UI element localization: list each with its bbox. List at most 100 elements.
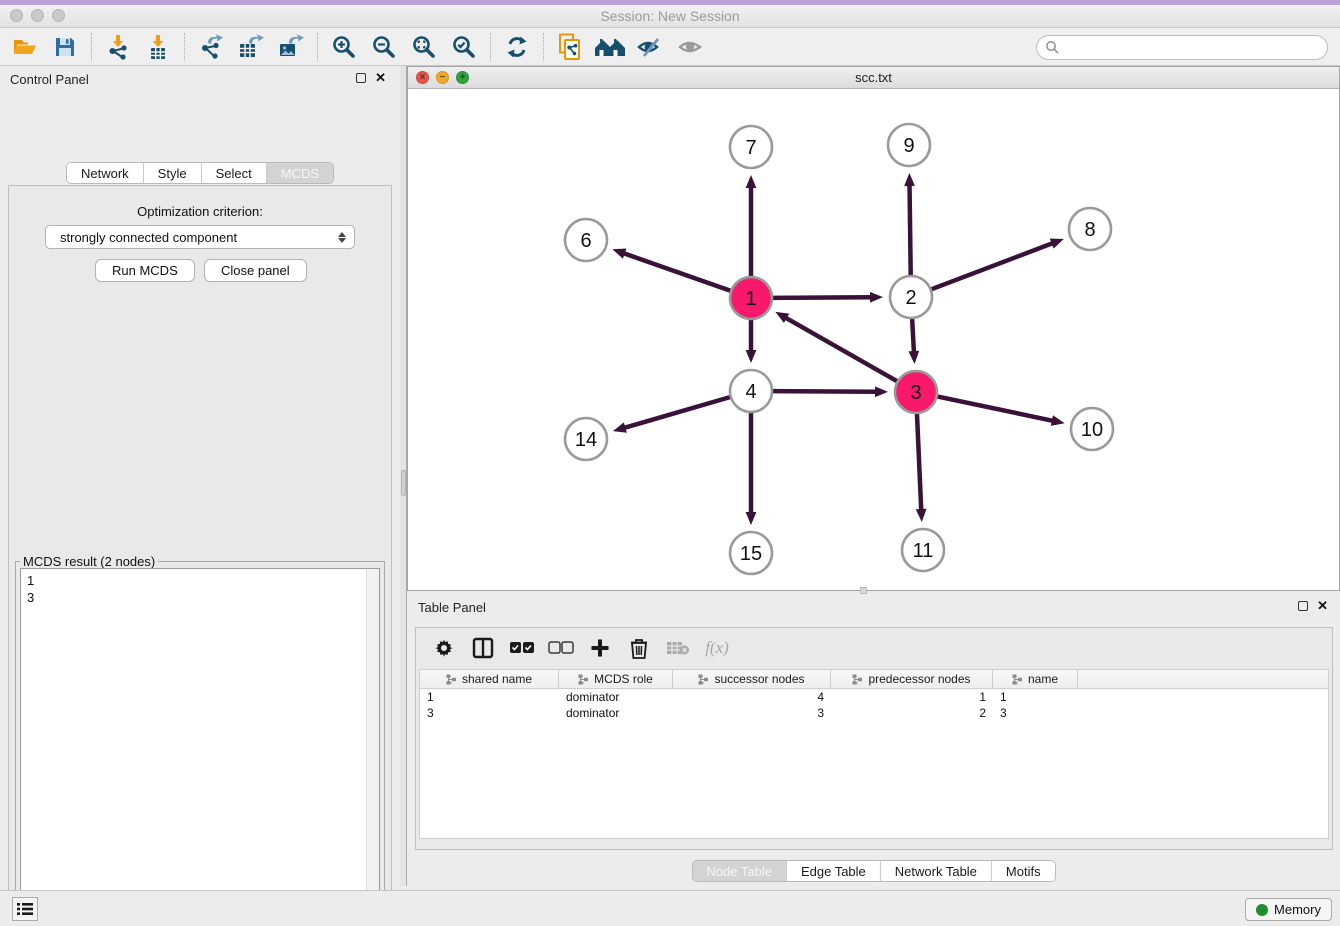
import-table-icon[interactable] [141,32,175,62]
table-row[interactable]: 1dominator411 [420,689,1328,705]
refresh-icon[interactable] [500,32,534,62]
task-history-button[interactable] [12,897,38,921]
hide-selected-icon[interactable] [633,32,667,62]
open-session-icon[interactable] [8,32,42,62]
graph-node-2[interactable]: 2 [890,276,932,318]
export-image-icon[interactable] [274,32,308,62]
edge-4-to-15[interactable] [746,412,757,525]
graph-node-11[interactable]: 11 [902,529,944,571]
graph-node-8[interactable]: 8 [1069,208,1111,250]
table-cell[interactable]: 3 [673,705,831,721]
edge-1-to-2[interactable] [772,292,883,303]
show-all-icon[interactable] [673,32,707,62]
graph-node-10[interactable]: 10 [1071,408,1113,450]
add-row-icon[interactable] [586,634,614,662]
node-label: 15 [740,543,762,565]
tab-edge-table[interactable]: Edge Table [786,861,880,881]
tab-mcds[interactable]: MCDS [266,163,333,183]
graph-node-1[interactable]: 1 [730,277,772,319]
criterion-dropdown[interactable]: strongly connected component [45,225,355,249]
table-cell[interactable]: 2 [831,705,993,721]
edge-2-to-8[interactable] [931,239,1064,290]
zoom-selected-icon[interactable] [447,32,481,62]
tab-style[interactable]: Style [143,163,201,183]
zoom-fit-icon[interactable] [407,32,441,62]
float-panel-icon[interactable] [356,73,366,83]
control-panel-tabs: NetworkStyleSelectMCDS [66,162,334,184]
column-type-icon [1012,674,1023,685]
search-input[interactable] [1060,38,1327,58]
tab-network-table[interactable]: Network Table [880,861,991,881]
search-field[interactable] [1036,35,1328,60]
home-icon[interactable] [593,32,627,62]
search-icon [1045,40,1060,55]
save-session-icon[interactable] [48,32,82,62]
close-panel-button[interactable]: Close panel [204,259,307,282]
node-table[interactable]: shared nameMCDS rolesuccessor nodesprede… [419,669,1329,839]
network-window-titlebar[interactable]: × − + scc.txt [408,67,1339,89]
edge-3-to-11[interactable] [916,413,927,522]
table-cell[interactable]: 1 [420,689,559,705]
close-panel-icon[interactable]: ✕ [375,73,386,83]
delete-row-icon[interactable] [625,634,653,662]
panel-splitter[interactable] [400,66,407,886]
float-table-panel-icon[interactable] [1298,601,1308,611]
tab-network[interactable]: Network [67,163,143,183]
edge-4-to-14[interactable] [613,397,731,433]
table-cell[interactable]: 3 [420,705,559,721]
edge-1-to-6[interactable] [612,249,731,292]
tab-select[interactable]: Select [201,163,266,183]
zoom-in-icon[interactable] [327,32,361,62]
result-scrollbar[interactable] [366,569,379,926]
arrowhead-icon [870,292,883,303]
edge-2-to-3[interactable] [908,318,919,364]
deselect-all-icon[interactable] [547,634,575,662]
edge-3-to-10[interactable] [937,396,1065,426]
edge-1-to-7[interactable] [746,175,757,277]
table-cell[interactable]: 1 [831,689,993,705]
table-cell[interactable]: 1 [993,689,1078,705]
edge-2-to-9[interactable] [904,173,915,276]
graph-node-7[interactable]: 7 [730,126,772,168]
column-header-shared-name[interactable]: shared name [420,670,559,688]
column-header-successor-nodes[interactable]: successor nodes [673,670,831,688]
graph-node-6[interactable]: 6 [565,219,607,261]
graph-node-4[interactable]: 4 [730,370,772,412]
graph-node-9[interactable]: 9 [888,124,930,166]
table-cell[interactable]: 3 [993,705,1078,721]
select-all-icon[interactable] [508,634,536,662]
splitter-handle[interactable] [401,470,406,496]
export-table-icon[interactable] [234,32,268,62]
table-cell[interactable]: dominator [559,705,673,721]
run-mcds-button[interactable]: Run MCDS [95,259,195,282]
toolbar-separator [317,33,318,61]
mcds-result-text[interactable]: 1 3 [20,568,380,926]
close-table-panel-icon[interactable]: ✕ [1317,601,1328,611]
import-network-icon[interactable] [101,32,135,62]
graph-node-14[interactable]: 14 [565,418,607,460]
first-neighbors-icon[interactable] [553,32,587,62]
table-row[interactable]: 3dominator323 [420,705,1328,721]
graph-node-3[interactable]: 3 [895,371,937,413]
tab-node-table[interactable]: Node Table [692,861,786,881]
criterion-value: strongly connected component [60,230,338,245]
network-resize-handle[interactable] [860,587,867,594]
show-columns-icon[interactable] [469,634,497,662]
edge-4-to-3[interactable] [772,386,888,397]
network-canvas[interactable]: 7 9 6 8 1 2 4 3 14 10 15 11 [408,89,1339,590]
memory-button[interactable]: Memory [1245,898,1332,921]
table-cell[interactable]: 4 [673,689,831,705]
edge-3-to-1[interactable] [775,312,897,382]
edge-1-to-4[interactable] [746,319,757,363]
zoom-out-icon[interactable] [367,32,401,62]
tab-motifs[interactable]: Motifs [991,861,1055,881]
graph-node-15[interactable]: 15 [730,532,772,574]
column-header-name[interactable]: name [993,670,1078,688]
table-cell[interactable]: dominator [559,689,673,705]
settings-icon[interactable] [430,634,458,662]
column-header-MCDS-role[interactable]: MCDS role [559,670,673,688]
control-panel-title: Control Panel [10,72,89,87]
column-header-predecessor-nodes[interactable]: predecessor nodes [831,670,993,688]
mcds-tab-content: Optimization criterion: strongly connect… [8,185,392,926]
export-network-icon[interactable] [194,32,228,62]
